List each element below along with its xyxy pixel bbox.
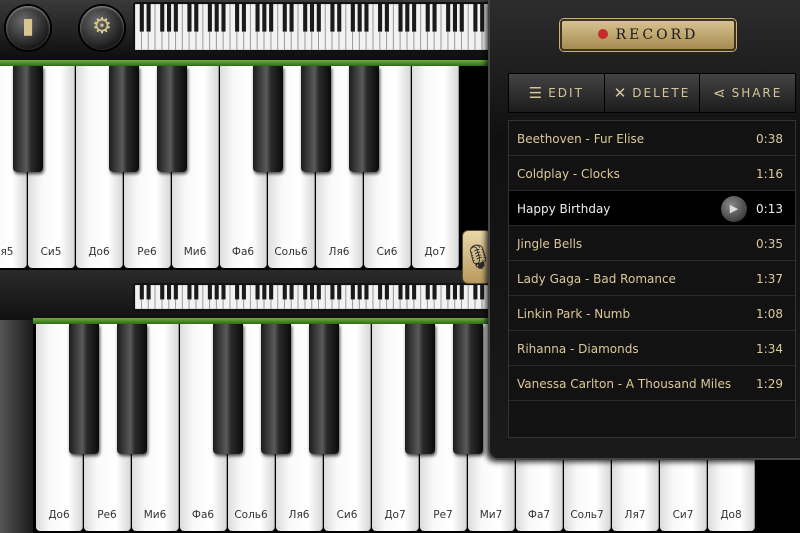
keyboard-navigator-bottom[interactable]	[133, 283, 491, 311]
recording-title: Beethoven - Fur Elise	[517, 132, 645, 146]
mini-keyboard-top	[135, 4, 489, 50]
share-icon: ⋖	[713, 84, 726, 102]
recording-item[interactable]: Linkin Park - Numb 1:08	[509, 296, 795, 331]
black-key[interactable]	[253, 66, 283, 172]
settings-button[interactable]: ⚙	[80, 6, 124, 50]
black-key[interactable]	[453, 324, 483, 454]
play-icon: ▶	[729, 202, 739, 215]
piano-cover-button[interactable]: ▮	[6, 6, 50, 50]
keyboard-navigator-top[interactable]	[133, 2, 491, 52]
play-button[interactable]: ▶	[721, 196, 747, 222]
key-note-label: До6	[88, 246, 110, 258]
record-label: RECORD	[615, 27, 699, 43]
key-note-label: Ми6	[143, 509, 167, 521]
key-note-label: Фа6	[231, 246, 255, 258]
recording-item[interactable]: Jingle Bells 0:35	[509, 226, 795, 261]
key-note-label: До7	[424, 246, 446, 258]
key-note-label: Си5	[40, 246, 62, 258]
delete-label: DELETE	[632, 86, 691, 100]
piano-keyboard-top[interactable]: Ля5 Си5 До6 Ре6 Ми6 Фа6 Соль6 Ля6 Си6 До7	[0, 66, 490, 270]
black-key[interactable]	[117, 324, 147, 454]
recording-item[interactable]: Coldplay - Clocks 1:16	[509, 156, 795, 191]
key-note-label: Ре6	[97, 509, 117, 521]
recording-duration: 0:35	[756, 237, 783, 251]
key-note-label: Ре6	[137, 246, 157, 258]
edit-button[interactable]: ☰ EDIT	[509, 74, 605, 112]
recording-item[interactable]: Rihanna - Diamonds 1:34	[509, 331, 795, 366]
key-note-label: Соль7	[570, 509, 604, 521]
recording-title: Jingle Bells	[517, 237, 583, 251]
record-dot-icon	[597, 29, 608, 39]
recordings-panel: RECORD ☰ EDIT ✕ DELETE ⋖ SHARE Beethoven - …	[488, 0, 800, 460]
key-note-label: Си7	[672, 509, 694, 521]
recording-title: Rihanna - Diamonds	[517, 342, 639, 356]
recording-item[interactable]: Lady Gaga - Bad Romance 1:37	[509, 261, 795, 296]
key-note-label: Ля6	[288, 509, 310, 521]
recording-title: Vanessa Carlton - A Thousand Miles	[517, 377, 732, 391]
black-key[interactable]	[157, 66, 187, 172]
key-note-label: Си6	[376, 246, 398, 258]
recordings-list: Beethoven - Fur Elise 0:38 Coldplay - Cl…	[508, 120, 796, 438]
piano-side-panel	[0, 320, 33, 533]
key-note-label: Соль6	[274, 246, 308, 258]
recording-duration: 1:37	[756, 272, 783, 286]
recording-duration: 1:34	[756, 342, 783, 356]
delete-button[interactable]: ✕ DELETE	[605, 74, 701, 112]
black-key[interactable]	[69, 324, 99, 454]
recording-duration: 1:16	[756, 167, 783, 181]
recording-item-selected[interactable]: Happy Birthday ▶ 0:13	[509, 191, 795, 226]
key-note-label: До7	[384, 509, 406, 521]
recording-duration: 1:29	[756, 377, 783, 391]
key-note-label: Ля6	[328, 246, 350, 258]
black-key[interactable]	[349, 66, 379, 172]
recording-title: Happy Birthday	[517, 202, 611, 216]
key-note-label: Фа7	[527, 509, 551, 521]
recording-title: Linkin Park - Numb	[517, 307, 631, 321]
share-label: SHARE	[731, 86, 783, 100]
recording-item[interactable]: Beethoven - Fur Elise 0:38	[509, 121, 795, 156]
recording-duration: 0:38	[756, 132, 783, 146]
piano-cover-icon: ▮	[21, 14, 35, 39]
black-key[interactable]	[213, 324, 243, 454]
gear-icon: ⚙	[92, 14, 112, 39]
key-note-label: Фа6	[191, 509, 215, 521]
key-note-label: Ля5	[0, 246, 14, 258]
recording-title: Lady Gaga - Bad Romance	[517, 272, 676, 286]
key-note-label: Си6	[336, 509, 358, 521]
black-key[interactable]	[405, 324, 435, 454]
x-icon: ✕	[613, 84, 627, 102]
share-button[interactable]: ⋖ SHARE	[700, 74, 795, 112]
black-key[interactable]	[109, 66, 139, 172]
key-note-label: Ми7	[479, 509, 503, 521]
key-note-label: Ре7	[433, 509, 453, 521]
key-note-label: Ми6	[183, 246, 207, 258]
black-key[interactable]	[309, 324, 339, 454]
key-note-label: До8	[720, 509, 742, 521]
recording-duration: 1:08	[756, 307, 783, 321]
recordings-action-bar: ☰ EDIT ✕ DELETE ⋖ SHARE	[508, 73, 796, 113]
white-key[interactable]: До7	[412, 66, 459, 268]
black-key[interactable]	[13, 66, 43, 172]
edit-label: EDIT	[548, 86, 584, 100]
black-key[interactable]	[301, 66, 331, 172]
key-note-label: Ля7	[624, 509, 646, 521]
record-button[interactable]: RECORD	[560, 19, 736, 51]
recording-duration: 0:13	[756, 202, 783, 216]
mini-keyboard-bottom	[135, 285, 489, 309]
recording-item[interactable]: Vanessa Carlton - A Thousand Miles 1:29	[509, 366, 795, 401]
recording-title: Coldplay - Clocks	[517, 167, 620, 181]
black-key[interactable]	[261, 324, 291, 454]
key-note-label: Соль6	[234, 509, 268, 521]
edit-list-icon: ☰	[528, 84, 543, 102]
key-note-label: До6	[48, 509, 70, 521]
